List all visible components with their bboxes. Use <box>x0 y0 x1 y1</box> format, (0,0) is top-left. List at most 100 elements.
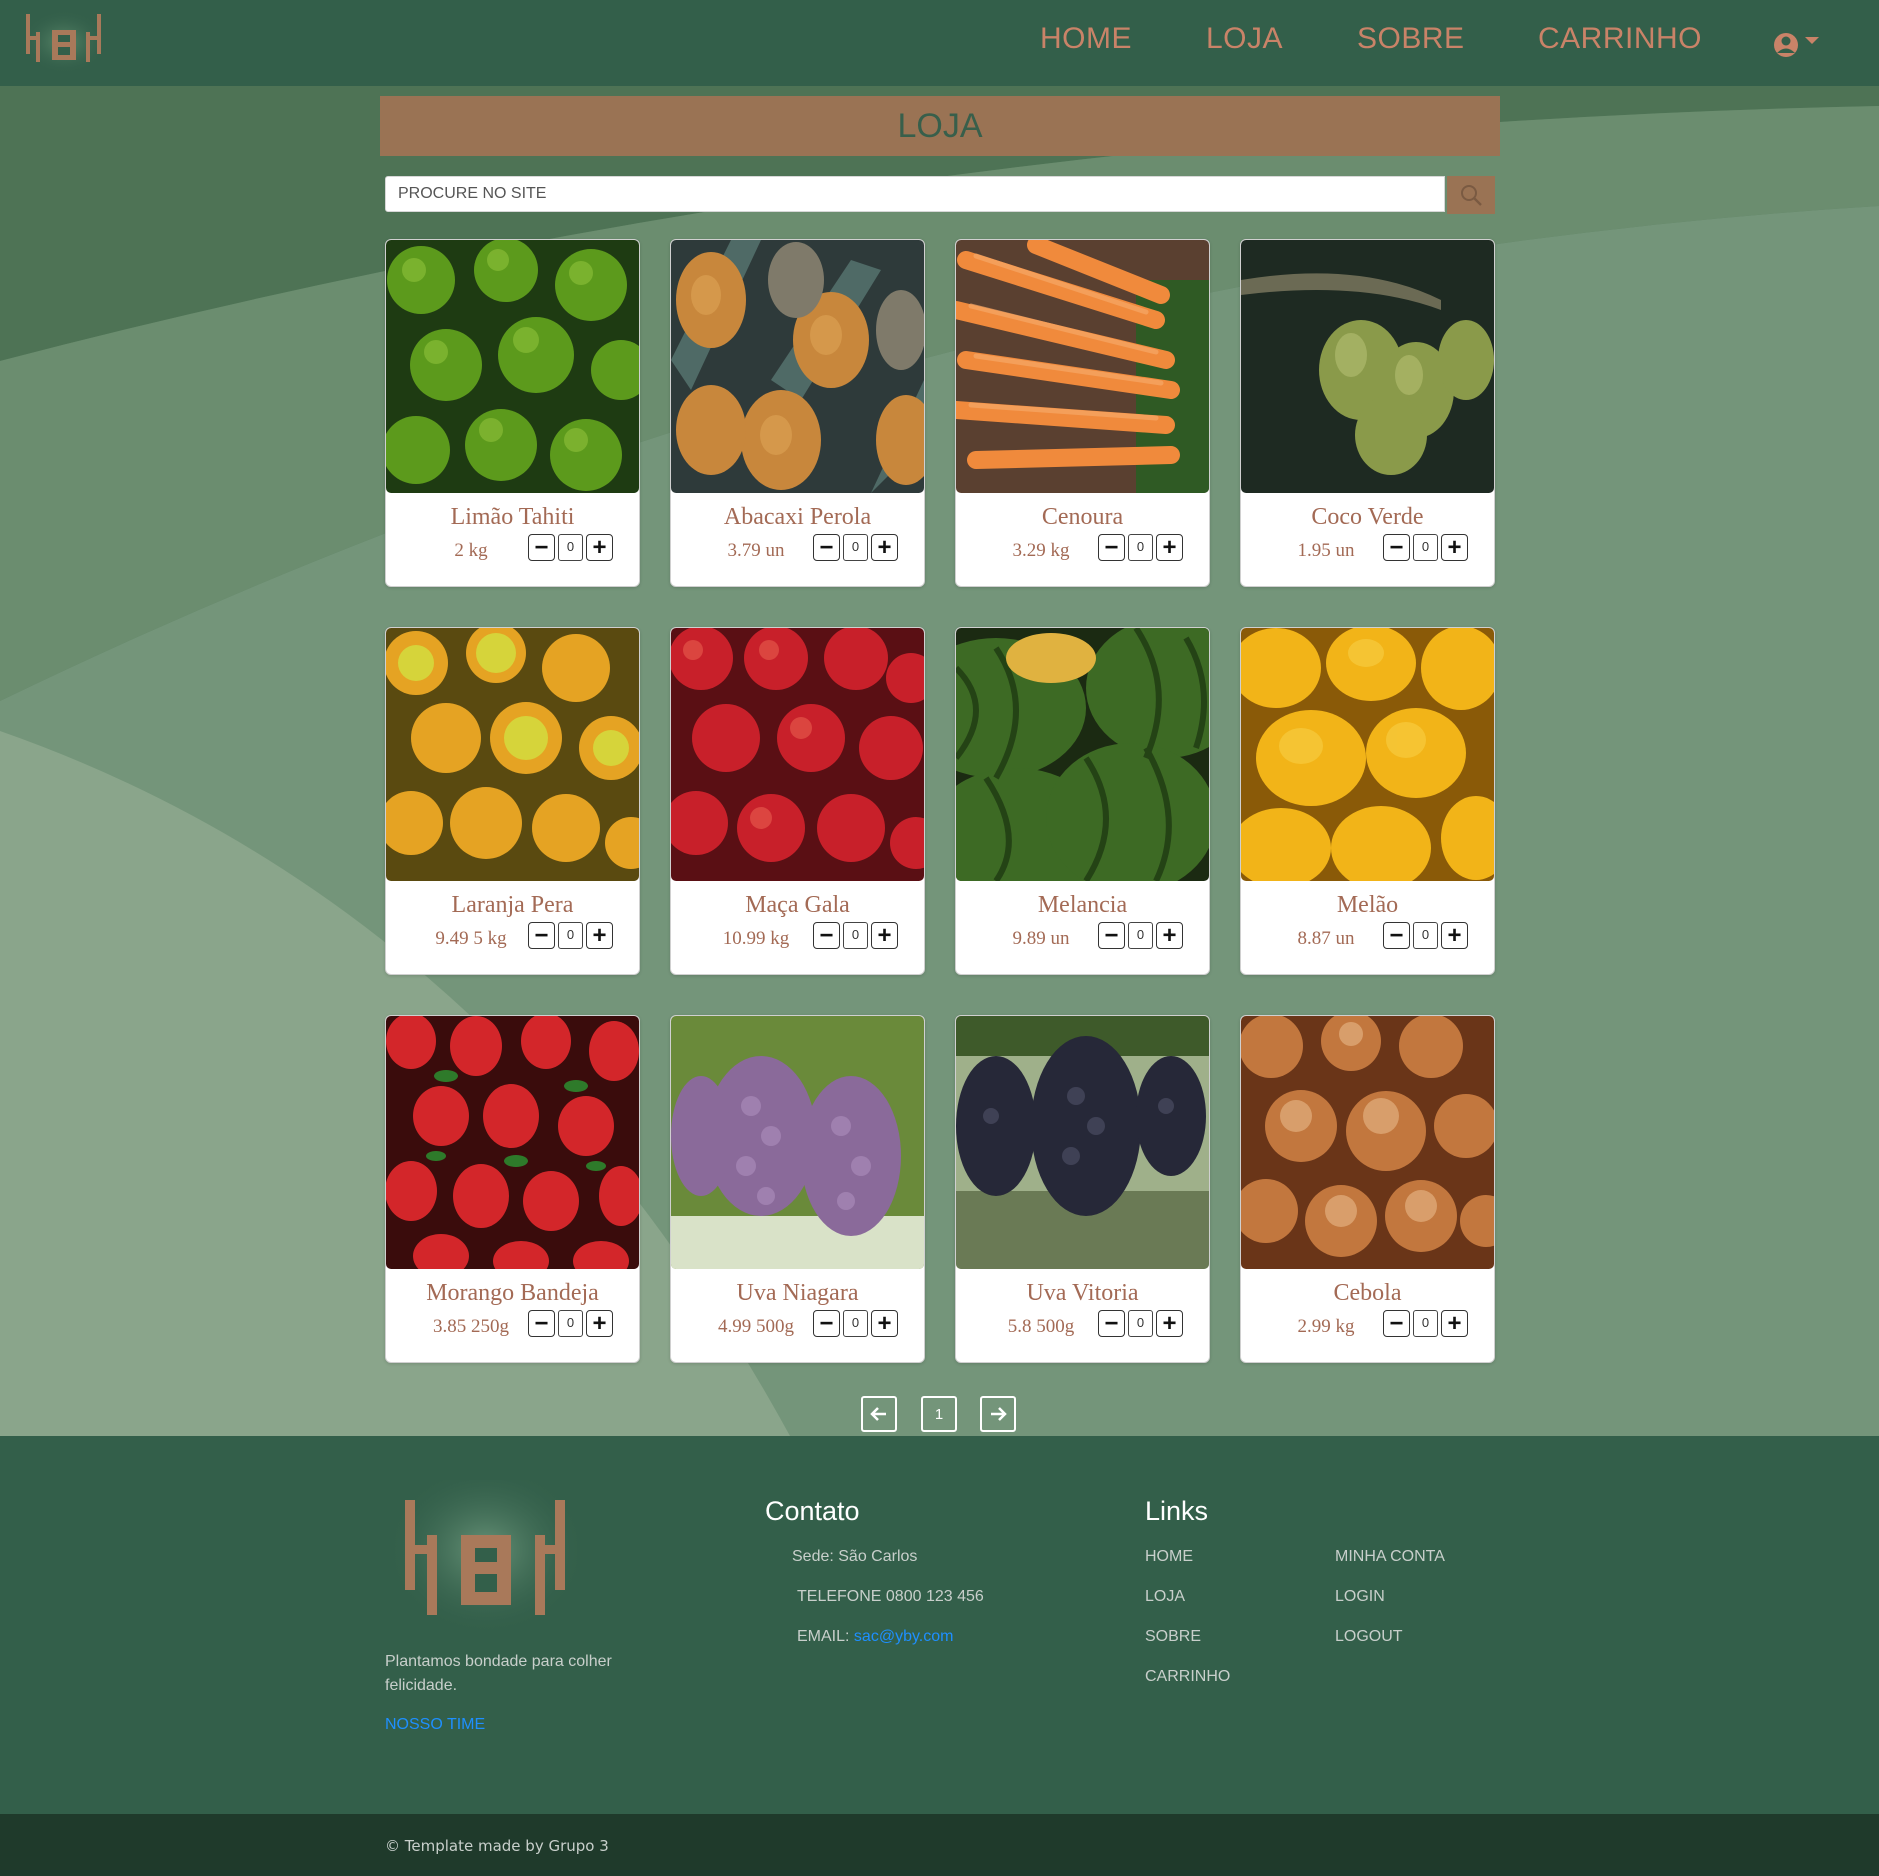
product-image-onions[interactable] <box>1241 1016 1494 1269</box>
product-card: Cenoura 3.29 kg − 0 + <box>955 239 1210 587</box>
increment-button[interactable]: + <box>1156 534 1183 561</box>
decrement-button[interactable]: − <box>813 1310 840 1337</box>
product-price: 3.85 250g <box>433 1316 509 1337</box>
product-image-black-grapes[interactable] <box>956 1016 1209 1269</box>
increment-button[interactable]: + <box>586 1310 613 1337</box>
user-menu-button[interactable] <box>1770 28 1828 62</box>
increment-button[interactable]: + <box>1441 922 1468 949</box>
decrement-button[interactable]: − <box>528 922 555 949</box>
increment-button[interactable]: + <box>1156 1310 1183 1337</box>
product-image-watermelons[interactable] <box>956 628 1209 881</box>
quantity-stepper: − 0 + <box>1098 922 1183 954</box>
decrement-button[interactable]: − <box>1383 534 1410 561</box>
quantity-field[interactable]: 0 <box>1413 534 1438 561</box>
quantity-field[interactable]: 0 <box>558 922 583 949</box>
product-price: 5.8 500g <box>1007 1316 1075 1337</box>
quantity-stepper: − 0 + <box>528 922 613 954</box>
footer-link-minha-conta[interactable]: MINHA CONTA <box>1335 1548 1445 1566</box>
page-number-button[interactable]: 1 <box>921 1396 957 1432</box>
team-link[interactable]: NOSSO TIME <box>385 1716 485 1734</box>
search-button[interactable] <box>1447 176 1495 214</box>
product-image-strawberries[interactable] <box>386 1016 639 1269</box>
next-page-button[interactable] <box>980 1396 1016 1432</box>
quantity-field[interactable]: 0 <box>1128 1310 1153 1337</box>
product-card: Laranja Pera 9.49 5 kg − 0 + <box>385 627 640 975</box>
product-image-apples[interactable] <box>671 628 924 881</box>
quantity-stepper: − 0 + <box>1098 1310 1183 1342</box>
decrement-button[interactable]: − <box>813 534 840 561</box>
quantity-stepper: − 0 + <box>528 534 613 566</box>
product-image-purple-grapes[interactable] <box>671 1016 924 1269</box>
arrow-left-icon <box>870 1407 886 1421</box>
email-link[interactable]: sac@yby.com <box>854 1628 954 1645</box>
decrement-button[interactable]: − <box>1098 922 1125 949</box>
footer-link-login[interactable]: LOGIN <box>1335 1588 1385 1606</box>
quantity-stepper: − 0 + <box>813 1310 898 1342</box>
decrement-button[interactable]: − <box>1098 1310 1125 1337</box>
product-image-coconuts[interactable] <box>1241 240 1494 493</box>
increment-button[interactable]: + <box>586 534 613 561</box>
quantity-field[interactable]: 0 <box>1128 534 1153 561</box>
product-name: Morango Bandeja <box>426 1280 599 1306</box>
decrement-button[interactable]: − <box>528 1310 555 1337</box>
yby-logo-icon[interactable] <box>22 10 106 74</box>
quantity-field[interactable]: 0 <box>558 534 583 561</box>
footer-link-sobre[interactable]: SOBRE <box>1145 1628 1201 1646</box>
increment-button[interactable]: + <box>586 922 613 949</box>
quantity-field[interactable]: 0 <box>843 1310 868 1337</box>
product-price: 3.29 kg <box>1012 540 1070 561</box>
quantity-field[interactable]: 0 <box>843 534 868 561</box>
arrow-right-icon <box>991 1407 1007 1421</box>
product-image-melons[interactable] <box>1241 628 1494 881</box>
footer-link-logout[interactable]: LOGOUT <box>1335 1628 1403 1646</box>
product-price: 2 kg <box>454 540 488 561</box>
increment-button[interactable]: + <box>1441 1310 1468 1337</box>
quantity-stepper: − 0 + <box>813 922 898 954</box>
nav-sobre[interactable]: SOBRE <box>1357 22 1465 56</box>
decrement-button[interactable]: − <box>528 534 555 561</box>
caret-down-icon <box>1805 37 1819 44</box>
nav-carrinho[interactable]: CARRINHO <box>1538 22 1702 56</box>
increment-button[interactable]: + <box>871 534 898 561</box>
increment-button[interactable]: + <box>1156 922 1183 949</box>
quantity-field[interactable]: 0 <box>1413 1310 1438 1337</box>
product-card: Abacaxi Perola 3.79 un − 0 + <box>670 239 925 587</box>
quantity-field[interactable]: 0 <box>1413 922 1438 949</box>
quantity-stepper: − 0 + <box>1383 1310 1468 1342</box>
product-name: Melancia <box>1037 892 1128 918</box>
quantity-field[interactable]: 0 <box>558 1310 583 1337</box>
product-image-limes[interactable] <box>386 240 639 493</box>
quantity-stepper: − 0 + <box>1383 534 1468 566</box>
nav-loja[interactable]: LOJA <box>1206 22 1283 56</box>
increment-button[interactable]: + <box>1441 534 1468 561</box>
product-image-pineapples[interactable] <box>671 240 924 493</box>
product-name: Cenoura <box>1041 504 1124 530</box>
nav-home[interactable]: HOME <box>1040 22 1132 56</box>
footer-link-carrinho[interactable]: CARRINHO <box>1145 1668 1230 1686</box>
decrement-button[interactable]: − <box>813 922 840 949</box>
email-label: EMAIL: <box>797 1628 850 1645</box>
background-waves <box>0 86 1879 1436</box>
product-card: Uva Vitoria 5.8 500g − 0 + <box>955 1015 1210 1363</box>
footer-link-home[interactable]: HOME <box>1145 1548 1193 1566</box>
product-card: Coco Verde 1.95 un − 0 + <box>1240 239 1495 587</box>
links-heading: Links <box>1145 1496 1209 1526</box>
increment-button[interactable]: + <box>871 922 898 949</box>
footer-link-loja[interactable]: LOJA <box>1145 1588 1185 1606</box>
search-input[interactable] <box>385 176 1445 212</box>
prev-page-button[interactable] <box>861 1396 897 1432</box>
quantity-field[interactable]: 0 <box>1128 922 1153 949</box>
increment-button[interactable]: + <box>871 1310 898 1337</box>
contact-email-row: EMAIL: sac@yby.com <box>797 1628 953 1646</box>
quantity-field[interactable]: 0 <box>843 922 868 949</box>
decrement-button[interactable]: − <box>1383 922 1410 949</box>
product-name: Abacaxi Perola <box>723 504 872 530</box>
product-card: Limão Tahiti 2 kg − 0 + <box>385 239 640 587</box>
product-image-carrots[interactable] <box>956 240 1209 493</box>
product-name: Laranja Pera <box>451 892 574 918</box>
decrement-button[interactable]: − <box>1383 1310 1410 1337</box>
bottom-bar <box>0 1814 1879 1876</box>
product-card: Cebola 2.99 kg − 0 + <box>1240 1015 1495 1363</box>
product-image-oranges[interactable] <box>386 628 639 881</box>
decrement-button[interactable]: − <box>1098 534 1125 561</box>
